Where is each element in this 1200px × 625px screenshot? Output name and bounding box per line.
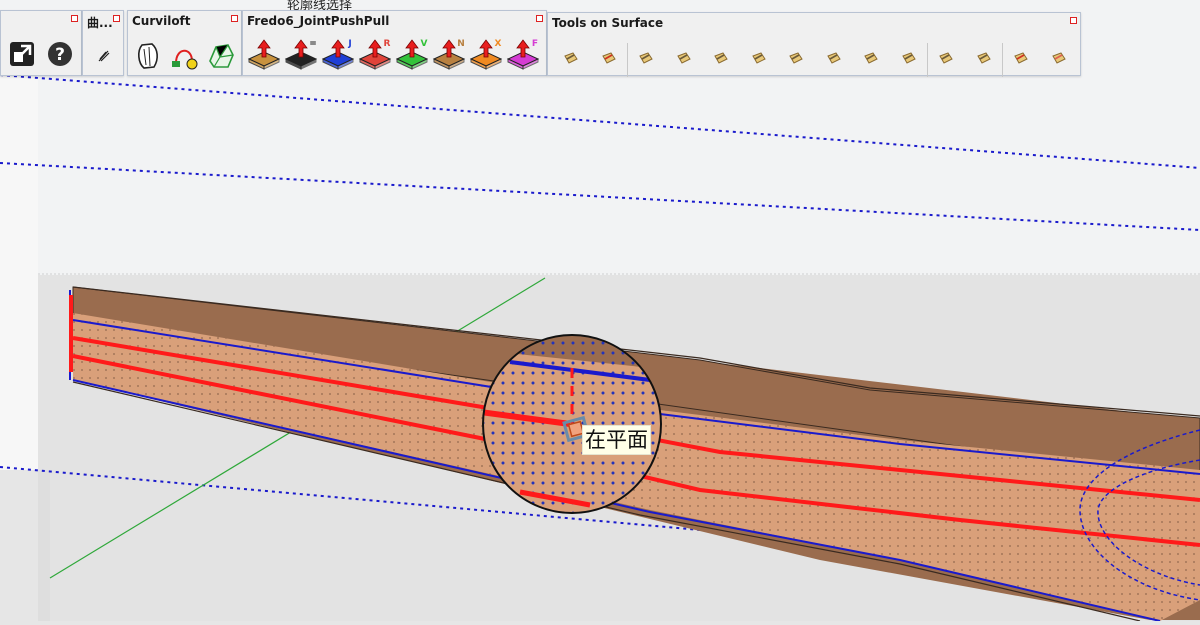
push-pull-j-icon[interactable]: J: [321, 37, 355, 71]
toolbar-separator: [1002, 43, 1003, 77]
close-icon[interactable]: [113, 15, 120, 22]
toolbar-title: Curviloft: [132, 14, 191, 28]
surface-circle-icon[interactable]: [819, 43, 849, 73]
surface-offset-icon[interactable]: [594, 43, 624, 73]
push-pull-base-icon[interactable]: [247, 37, 281, 71]
surface-polygon-icon[interactable]: [744, 43, 774, 73]
left-shadow: [0, 470, 50, 621]
surface-parallelogram-icon[interactable]: [894, 43, 924, 73]
surface-arc-icon[interactable]: [856, 43, 886, 73]
surface-line-icon[interactable]: [556, 43, 586, 73]
help-icon[interactable]: ?: [43, 37, 77, 71]
svg-text:X: X: [495, 39, 502, 49]
inference-tooltip: 在平面: [582, 425, 651, 455]
toolbar-tools-on-surface: Tools on Surface: [547, 12, 1081, 77]
push-pull-r-icon[interactable]: R: [358, 37, 392, 71]
toolbar-separator: [927, 43, 928, 77]
close-icon[interactable]: [231, 15, 238, 22]
modeling-viewport[interactable]: 在平面: [0, 0, 1200, 622]
push-pull-x-icon[interactable]: X: [469, 37, 503, 71]
surface-freehand-icon[interactable]: [669, 43, 699, 73]
curviloft-skin-icon[interactable]: [168, 39, 202, 73]
toolbar-joint-push-pull: Fredo6_JointPushPull = J R V N X F: [242, 10, 547, 76]
push-pull-joint-icon[interactable]: =: [284, 37, 318, 71]
scene-canvas[interactable]: [0, 0, 1200, 622]
toolbar-title: Fredo6_JointPushPull: [247, 14, 390, 28]
toolbar-separator: [627, 43, 628, 77]
surface-ellipse-icon[interactable]: [781, 43, 811, 73]
close-icon[interactable]: [71, 15, 78, 22]
surface-eraser-icon[interactable]: [1044, 43, 1074, 73]
push-pull-n-icon[interactable]: N: [432, 37, 466, 71]
surface-contour-icon[interactable]: [969, 43, 999, 73]
close-icon[interactable]: [1070, 17, 1077, 24]
svg-text:V: V: [421, 39, 428, 49]
surface-rectangle-icon[interactable]: [706, 43, 736, 73]
toolbar-title: 曲...: [87, 16, 113, 30]
svg-text:F: F: [532, 39, 538, 49]
svg-text:=: =: [309, 39, 317, 49]
close-icon[interactable]: [536, 15, 543, 22]
svg-text:?: ?: [55, 45, 65, 65]
curviloft-contour-icon[interactable]: [204, 39, 238, 73]
toolbar-curviloft: Curviloft: [127, 10, 242, 76]
svg-text:N: N: [457, 39, 465, 49]
toolbar-curve: 曲...: [82, 10, 124, 76]
curve-tool-icon[interactable]: [87, 39, 121, 73]
toolbar-left-partial: ?: [0, 10, 82, 76]
surface-edit-icon[interactable]: [931, 43, 961, 73]
svg-text:J: J: [347, 39, 351, 49]
surface-polyline-icon[interactable]: [631, 43, 661, 73]
expand-icon[interactable]: [5, 37, 39, 71]
surface-brush-icon[interactable]: [1006, 43, 1036, 73]
push-pull-f-icon[interactable]: F: [506, 37, 540, 71]
curviloft-loft-icon[interactable]: [132, 39, 166, 73]
svg-text:R: R: [384, 39, 391, 49]
push-pull-v-icon[interactable]: V: [395, 37, 429, 71]
toolbar-title: Tools on Surface: [552, 16, 664, 30]
